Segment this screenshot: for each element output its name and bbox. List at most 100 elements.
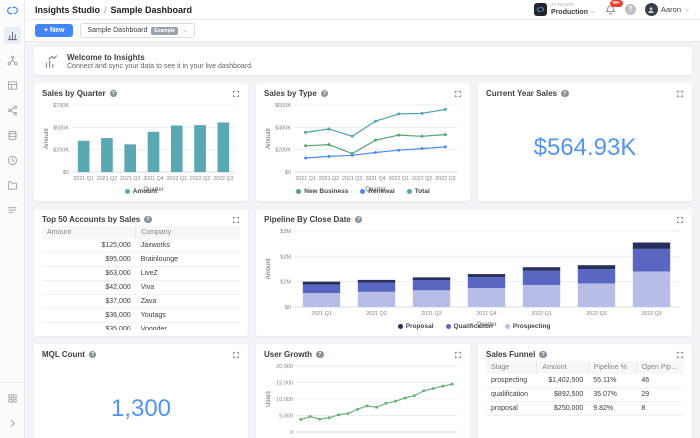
table-cell: Youtags (135, 308, 241, 323)
sidebar-item-pipelines[interactable] (4, 102, 21, 119)
info-icon[interactable]: ? (354, 215, 363, 224)
svg-text:2021 Q4: 2021 Q4 (143, 176, 163, 182)
expand-icon[interactable] (676, 216, 684, 224)
svg-text:2021 Q1: 2021 Q1 (295, 176, 315, 182)
accounts-table: Amount Company $125,000 Jaxworks $95,000 Brai… (42, 226, 241, 330)
flow-icon (7, 55, 18, 66)
table-cell: proposal (486, 401, 537, 416)
svg-text:2021 Q3: 2021 Q3 (120, 176, 140, 182)
table-icon (7, 80, 18, 91)
table-cell: qualification (486, 387, 537, 402)
sidebar-item-collapse[interactable] (4, 415, 21, 432)
svg-text:Quarter: Quarter (365, 187, 385, 193)
table-cell: 46 (636, 374, 684, 388)
chevron-right-icon (7, 418, 18, 429)
user-name: Aaron (660, 5, 681, 14)
sidebar-item-data-studio[interactable] (4, 77, 21, 94)
sidebar-item-insights[interactable] (3, 27, 21, 44)
card-sales-by-type: Sales by Type ? $0 $200K $400K $600K Amount 2… (256, 83, 470, 201)
app-logo-icon[interactable] (5, 3, 20, 18)
svg-text:2021 Q2: 2021 Q2 (319, 176, 339, 182)
table-cell: LiveZ (135, 266, 241, 281)
expand-icon[interactable] (676, 351, 684, 359)
card-top-50-accounts: Top 50 Accounts by Sales ? Amount Company… (34, 209, 249, 336)
expand-icon[interactable] (232, 216, 240, 224)
person-icon (647, 6, 655, 14)
data-table: StageAmountPipeline %Open Pipeline C...p… (486, 361, 684, 416)
clock-icon (7, 155, 18, 166)
info-icon[interactable]: ? (109, 89, 118, 98)
pipeline-chart: $0 $1M $2M $3M Amount 2021 Q1 2021 Q2 2021 Q3 20… (264, 226, 684, 328)
card-title: Current Year Sales (486, 89, 558, 98)
svg-text:$250K: $250K (53, 148, 69, 154)
svg-text:20,000: 20,000 (276, 364, 293, 370)
column-header[interactable]: Company (135, 226, 241, 239)
sidebar-item-library[interactable] (4, 177, 21, 194)
info-icon[interactable]: ? (561, 89, 569, 98)
svg-text:2022 Q3: 2022 Q3 (435, 176, 455, 182)
table-cell: $42,000 (42, 280, 136, 295)
table-cell: $63,000 (42, 266, 136, 281)
card-title: User Growth (264, 350, 313, 359)
column-header[interactable]: Pipeline % (587, 361, 637, 374)
question-icon: ? (628, 6, 633, 13)
info-icon[interactable]: ? (316, 350, 324, 359)
table-cell: $892,500 (536, 387, 589, 402)
expand-icon[interactable] (454, 351, 462, 359)
column-header[interactable]: Open Pipeline C... (635, 361, 684, 374)
trend-chart-icon (44, 54, 59, 69)
svg-text:Amount: Amount (266, 128, 272, 149)
column-header[interactable]: Stage (486, 361, 537, 374)
table-row: proposal $250,000 9.82% 8 (486, 401, 684, 416)
dashboard-select[interactable]: Sample Dashboard Example (80, 23, 195, 38)
table-cell: 8 (636, 401, 684, 416)
svg-text:10,000: 10,000 (276, 397, 293, 403)
expand-icon[interactable] (232, 90, 240, 98)
info-icon[interactable]: ? (320, 89, 329, 98)
breadcrumb-page: Sample Dashboard (110, 4, 193, 15)
sidebar-item-queue[interactable] (4, 202, 21, 219)
org-environment-label: Production (551, 8, 588, 16)
column-header[interactable]: Amount (42, 226, 136, 239)
expand-icon[interactable] (676, 90, 684, 98)
bar-chart-icon (7, 30, 18, 41)
notifications-button[interactable]: 99+ (605, 0, 623, 15)
table-row: prospecting $1,402,500 55.11% 46 (486, 374, 684, 388)
svg-text:2021 Q3: 2021 Q3 (342, 176, 362, 182)
svg-text:2022 Q2: 2022 Q2 (586, 311, 606, 317)
table-cell: Zava (135, 294, 241, 309)
info-icon[interactable]: ? (539, 350, 547, 359)
expand-icon[interactable] (454, 90, 462, 98)
help-button[interactable]: ? (624, 4, 636, 15)
svg-text:2021 Q1: 2021 Q1 (73, 176, 93, 182)
org-company-label: SYNCARI (551, 2, 574, 8)
expand-icon[interactable] (232, 351, 240, 359)
column-header[interactable]: Amount (536, 361, 589, 374)
table-row: qualification $892,500 35.07% 29 (486, 387, 684, 402)
table-cell: Viva (135, 280, 241, 295)
svg-text:$0: $0 (285, 305, 291, 311)
svg-text:$500K: $500K (53, 125, 69, 131)
svg-text:$200K: $200K (275, 148, 291, 154)
breadcrumb: Insights Studio / Sample Dashboard (35, 5, 192, 15)
info-icon[interactable]: ? (144, 215, 152, 224)
info-icon[interactable]: ? (88, 350, 97, 359)
table-cell: 9.82% (588, 401, 637, 416)
table-row: $35,000 Voonder (42, 322, 241, 330)
breadcrumb-section[interactable]: Insights Studio (35, 5, 100, 15)
share-icon (7, 105, 18, 116)
svg-text:2022 Q3: 2022 Q3 (213, 176, 233, 182)
svg-text:2021 Q1: 2021 Q1 (311, 311, 331, 317)
banner-subtitle: Connect and sync your data to see it in … (67, 62, 253, 70)
sidebar-item-history[interactable] (4, 152, 21, 169)
sidebar-item-sync-studio[interactable] (4, 52, 21, 69)
sidebar-item-apps[interactable] (4, 390, 21, 407)
data-table: Amount Company $125,000 Jaxworks $95,000 Brai… (42, 226, 241, 330)
new-button[interactable]: + New (35, 24, 74, 37)
card-title: Sales by Type (264, 89, 317, 98)
table-row: $37,000 Zava (42, 294, 241, 309)
table-row: $42,000 Viva (42, 280, 241, 295)
sidebar-item-entities[interactable] (4, 127, 21, 144)
org-selector[interactable]: SYNCARI Production (534, 3, 596, 16)
user-menu[interactable]: Aaron (644, 3, 690, 16)
